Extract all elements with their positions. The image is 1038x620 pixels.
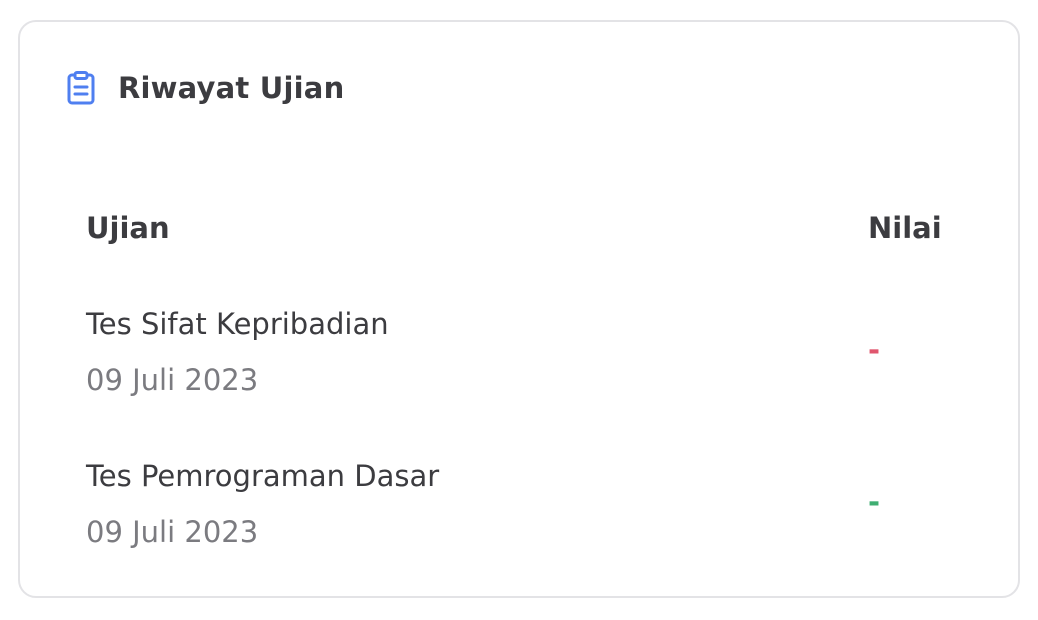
exam-score: - [868, 485, 881, 519]
table-row: Tes Sifat Kepribadian 09 Juli 2023 - [86, 304, 986, 424]
exam-score: - [868, 333, 881, 367]
card-header: Riwayat Ujian [66, 68, 344, 108]
column-header-exam: Ujian [86, 211, 170, 245]
exam-date: 09 Juli 2023 [86, 363, 259, 397]
exam-name: Tes Pemrograman Dasar [86, 459, 440, 493]
clipboard-icon [66, 70, 96, 106]
exam-date: 09 Juli 2023 [86, 515, 259, 549]
exam-name: Tes Sifat Kepribadian [86, 307, 389, 341]
column-header-score: Nilai [868, 211, 942, 245]
card-title: Riwayat Ujian [118, 71, 345, 105]
table-row: Tes Pemrograman Dasar 09 Juli 2023 - [86, 456, 986, 576]
exam-history-card: Riwayat Ujian Ujian Nilai Tes Sifat Kepr… [18, 20, 1020, 598]
